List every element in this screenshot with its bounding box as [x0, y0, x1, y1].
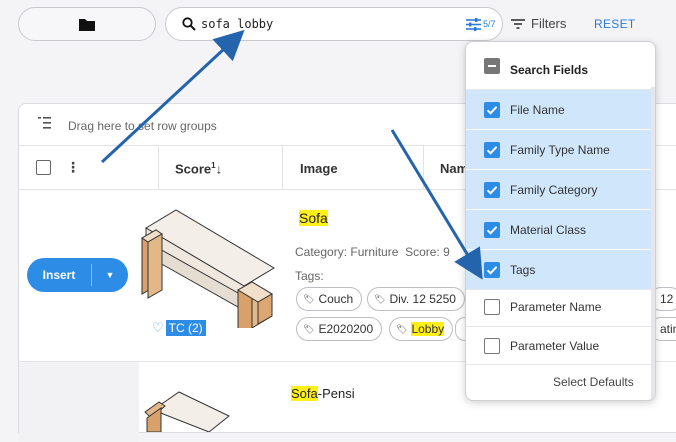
menu-item-family-type-name[interactable]: Family Type Name: [466, 130, 652, 169]
tag-icon: 🏷: [303, 293, 315, 304]
sofa-thumbnail: [141, 209, 275, 328]
filters-label: Filters: [531, 16, 567, 31]
select-defaults-button[interactable]: Select Defaults: [553, 375, 634, 389]
tc-badge[interactable]: ♡ TC (2): [152, 320, 206, 336]
tag-chip[interactable]: 🏷 Couch: [296, 287, 363, 311]
search-fields-header[interactable]: Search Fields: [466, 46, 655, 94]
menu-item-family-category[interactable]: Family Category: [466, 170, 652, 209]
reset-button[interactable]: RESET: [594, 17, 636, 31]
item-title[interactable]: Sofa-Pensi: [291, 386, 355, 401]
heart-icon[interactable]: ♡: [152, 320, 164, 336]
search-input[interactable]: sofa lobby: [201, 17, 273, 31]
caret-down-icon[interactable]: ▼: [92, 270, 128, 280]
tune-icon[interactable]: [466, 18, 481, 31]
folder-button[interactable]: [18, 7, 156, 41]
menu-divider: [466, 364, 652, 365]
tag-icon: 🏷: [303, 323, 315, 334]
column-divider: [423, 146, 424, 190]
column-menu-icon[interactable]: ⋮: [66, 159, 80, 176]
match-count: 5/7: [483, 19, 496, 29]
column-header-score[interactable]: Score1↓: [175, 161, 222, 176]
filters-button[interactable]: Filters: [511, 16, 566, 31]
checkbox-unchecked[interactable]: [484, 298, 500, 315]
menu-item-parameter-value[interactable]: Parameter Value: [466, 326, 652, 365]
checkbox-checked[interactable]: [484, 181, 500, 198]
column-divider: [282, 146, 283, 190]
tags-label: Tags:: [295, 269, 324, 283]
tag-icon: 🏷: [374, 293, 386, 304]
insert-button[interactable]: Insert: [27, 268, 91, 282]
tag-chip[interactable]: 🏷 Lobby: [389, 317, 454, 341]
checkbox-checked[interactable]: [484, 221, 500, 238]
folder-icon: [79, 18, 95, 31]
column-divider: [158, 146, 159, 190]
sort-desc-icon: ↓: [215, 161, 223, 177]
indeterminate-checkbox[interactable]: [484, 58, 500, 74]
checkbox-checked[interactable]: [484, 101, 500, 118]
menu-item-file-name[interactable]: File Name: [466, 90, 652, 129]
search-icon: [182, 17, 196, 31]
item-title[interactable]: Sofa: [299, 210, 328, 226]
search-fields-menu: Search Fields File Name Family Type Name…: [465, 41, 656, 401]
filter-icon: [511, 18, 525, 29]
row-group-hint: Drag here to set row groups: [68, 119, 217, 133]
item-category: Category: Furniture Score: 9: [295, 245, 450, 259]
row-group-icon: [38, 117, 51, 129]
row-actions-cell: [19, 362, 139, 442]
sofa-thumbnail: [144, 391, 230, 432]
menu-item-parameter-name[interactable]: Parameter Name: [466, 287, 652, 326]
column-header-name[interactable]: Nam: [440, 161, 468, 176]
select-all-checkbox[interactable]: [36, 160, 51, 175]
tag-chip[interactable]: 🏷 E2020200: [296, 317, 383, 341]
insert-split-button[interactable]: Insert ▼: [27, 258, 128, 292]
checkbox-unchecked[interactable]: [484, 337, 500, 354]
checkbox-checked[interactable]: [484, 141, 500, 158]
search-box[interactable]: sofa lobby 5/7: [165, 7, 503, 41]
menu-item-material-class[interactable]: Material Class: [466, 210, 652, 249]
tag-icon: 🏷: [396, 323, 408, 334]
menu-scrollbar[interactable]: [651, 87, 655, 400]
tag-chip[interactable]: 🏷 Div. 12 5250: [367, 287, 465, 311]
menu-item-tags[interactable]: Tags: [466, 250, 652, 289]
column-header-image[interactable]: Image: [300, 161, 338, 176]
checkbox-checked[interactable]: [484, 261, 500, 278]
